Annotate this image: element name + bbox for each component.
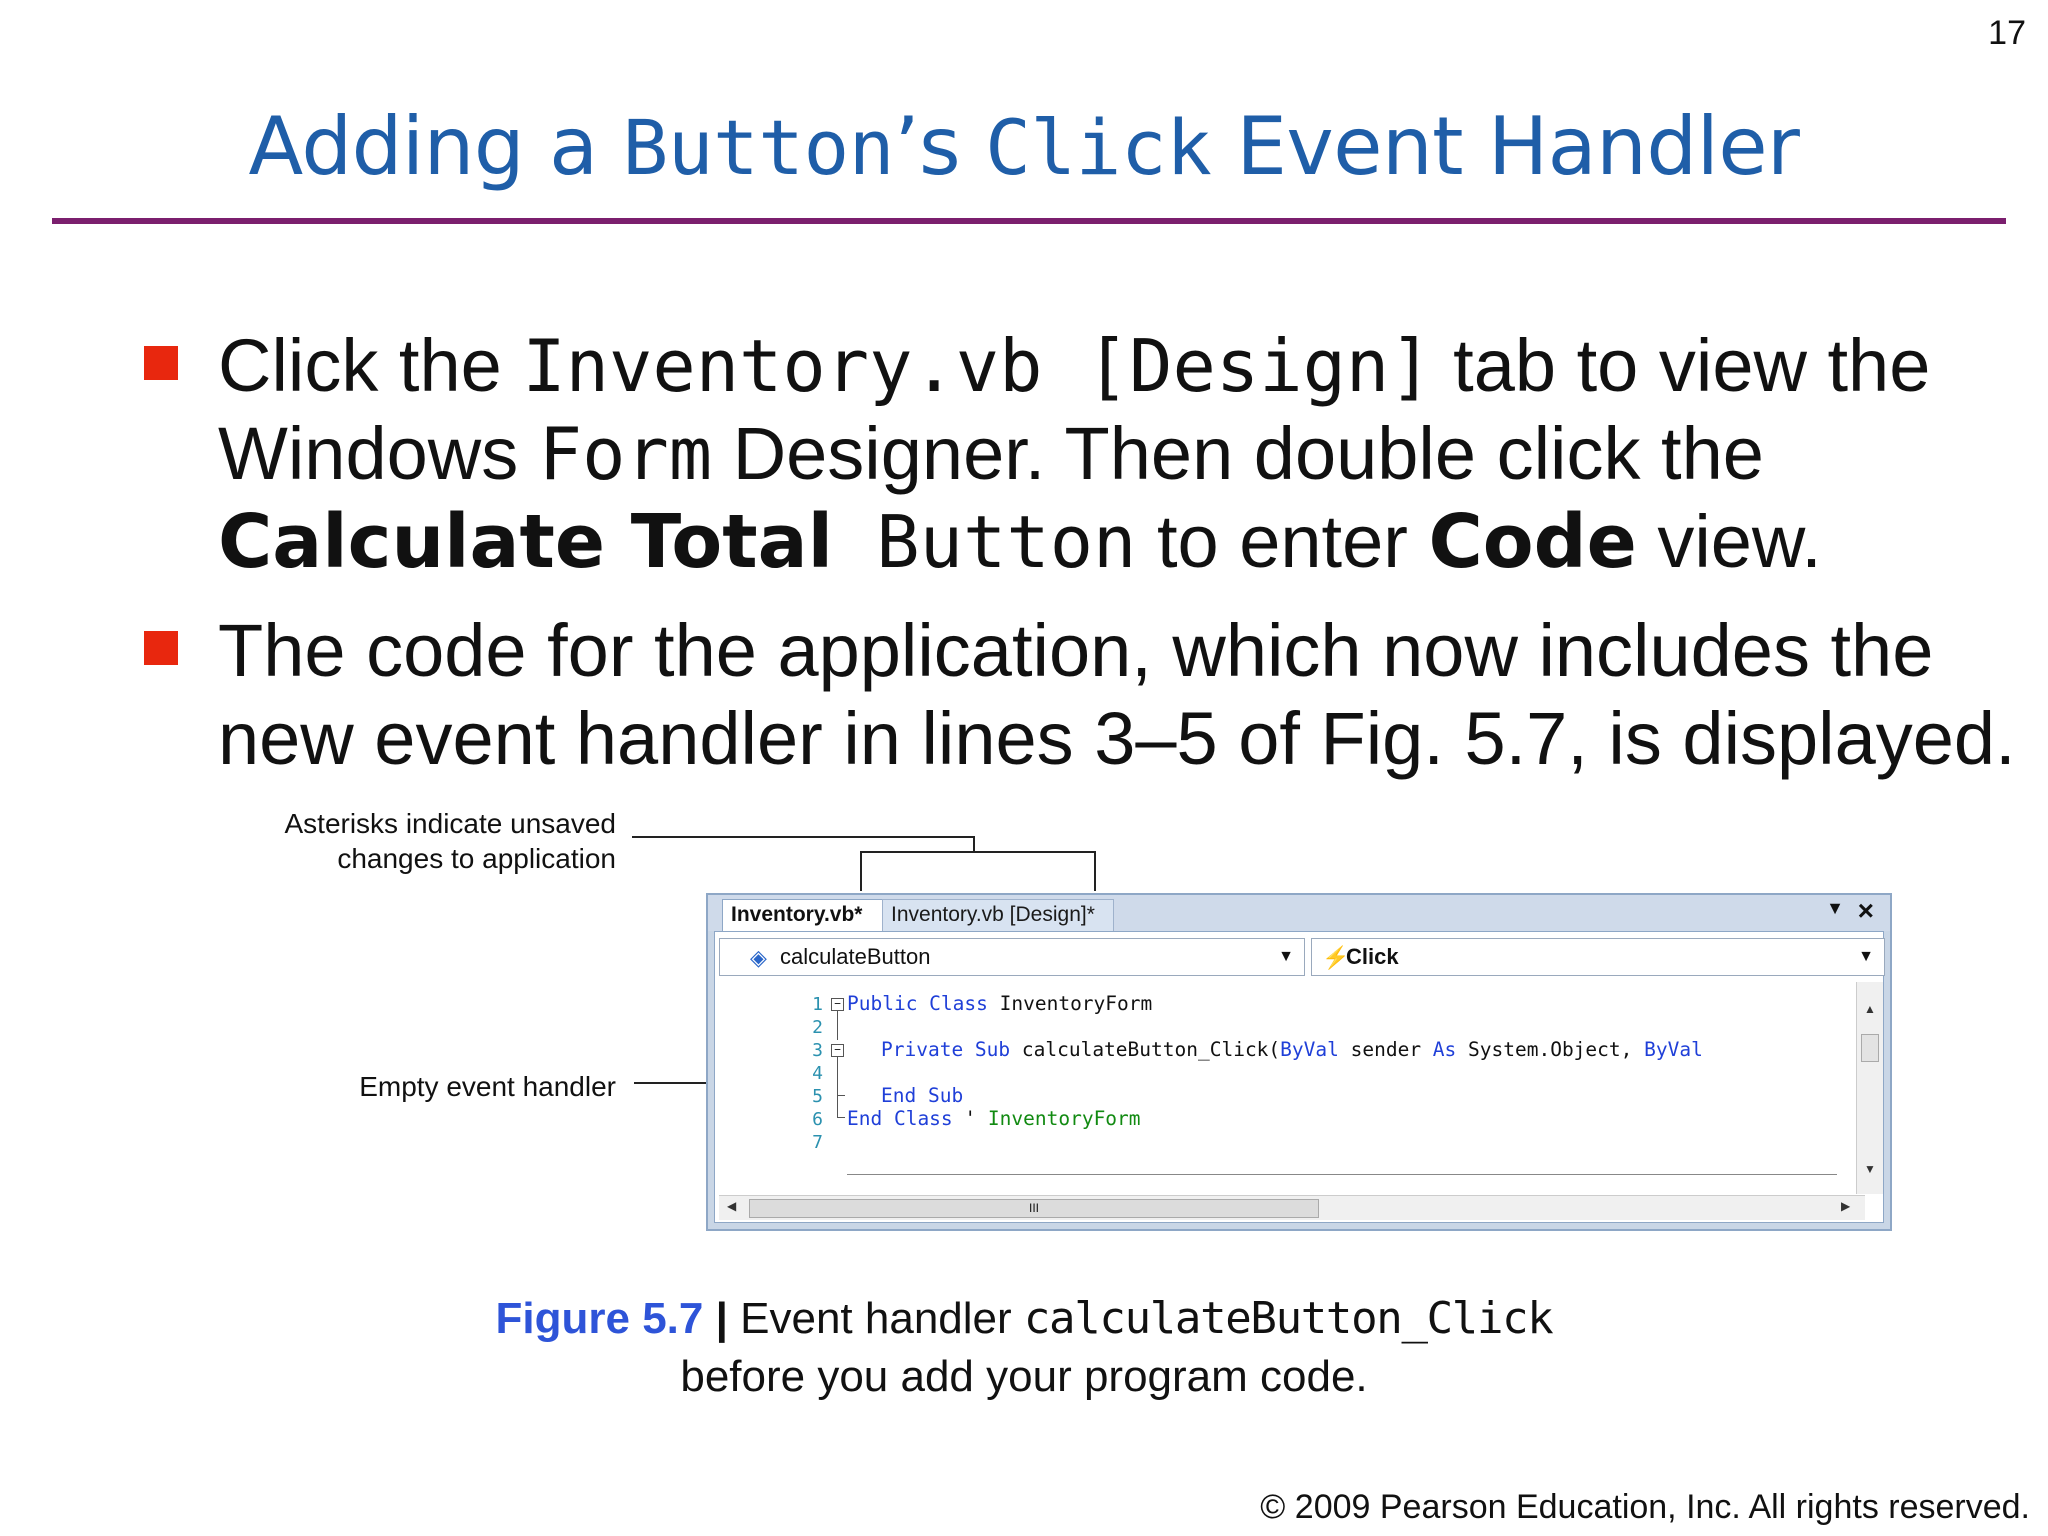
inline-code: Button bbox=[832, 500, 1137, 584]
caption-line-1: Figure 5.7 | Event handler calculateButt… bbox=[0, 1290, 2048, 1348]
bullet-1-line-1: Click the Inventory.vb [Design] tab to v… bbox=[218, 322, 1930, 410]
code-line-3: Private Sub calculateButton_Click(ByVal … bbox=[881, 1038, 1703, 1061]
close-icon[interactable]: × bbox=[1858, 895, 1874, 927]
class-name-value: calculateButton bbox=[780, 944, 931, 969]
scroll-thumb[interactable] bbox=[1861, 1034, 1879, 1062]
editor-frame: ◈ calculateButton ▼ ⚡ Click ▼ 1 2 3 4 5 … bbox=[714, 931, 1885, 1223]
collapse-icon[interactable]: − bbox=[831, 998, 844, 1011]
code-line-6: End Class ' InventoryForm bbox=[847, 1107, 1141, 1130]
callout-connector bbox=[1094, 851, 1096, 891]
slide-number: 17 bbox=[1988, 14, 2026, 52]
identifier: ' bbox=[952, 1107, 988, 1130]
editor-tab-bar: Inventory.vb* Inventory.vb [Design]* ▼ × bbox=[708, 895, 1890, 931]
title-part-3: Event Handler bbox=[1211, 100, 1800, 193]
title-code-button: Button bbox=[622, 103, 895, 192]
text: tab to view the bbox=[1432, 324, 1931, 407]
comment: InventoryForm bbox=[987, 1107, 1141, 1130]
title-code-click: Click bbox=[985, 103, 1212, 192]
line-number: 7 bbox=[812, 1132, 823, 1153]
control-icon: ◈ bbox=[750, 945, 767, 970]
outline-line bbox=[837, 1011, 838, 1040]
callout-connector bbox=[860, 851, 1096, 853]
line-number: 1 bbox=[812, 994, 823, 1015]
chevron-down-icon[interactable]: ▼ bbox=[1278, 939, 1294, 975]
code-line-5: End Sub bbox=[881, 1084, 963, 1107]
line-number: 2 bbox=[812, 1017, 823, 1038]
scroll-up-icon[interactable]: ▲ bbox=[1864, 1002, 1876, 1016]
text: Click the bbox=[218, 324, 523, 407]
method-name-dropdown[interactable]: ⚡ Click ▼ bbox=[1311, 938, 1885, 976]
line-number: 6 bbox=[812, 1109, 823, 1130]
identifier: sender bbox=[1338, 1038, 1433, 1061]
bold-text: Calculate Total bbox=[218, 499, 833, 585]
text: Windows bbox=[218, 412, 539, 495]
text: Designer. Then double click the bbox=[712, 412, 1764, 495]
method-name-value: Click bbox=[1346, 944, 1399, 969]
bullet-square-icon bbox=[144, 346, 178, 380]
copyright-footer: © 2009 Pearson Education, Inc. All right… bbox=[1260, 1488, 2030, 1526]
end-class-separator bbox=[847, 1174, 1837, 1175]
callout-connector bbox=[860, 851, 862, 891]
callout-asterisks: Asterisks indicate unsaved changes to ap… bbox=[240, 806, 616, 876]
bullet-square-icon bbox=[144, 631, 178, 665]
tab-inventory-code[interactable]: Inventory.vb* bbox=[722, 899, 886, 931]
outline-line bbox=[837, 1057, 838, 1117]
caption-line-2: before you add your program code. bbox=[680, 1352, 1368, 1401]
keyword: Private Sub bbox=[881, 1038, 1011, 1061]
bullet-1-line-2: Windows Form Designer. Then double click… bbox=[218, 410, 1764, 498]
callout-connector bbox=[973, 836, 975, 852]
inline-code: Form bbox=[538, 412, 713, 496]
scroll-thumb[interactable]: III bbox=[749, 1199, 1319, 1218]
bold-text: Code bbox=[1428, 499, 1637, 585]
vertical-scrollbar[interactable]: ▲ ▼ bbox=[1856, 982, 1883, 1194]
keyword: As bbox=[1432, 1038, 1457, 1061]
bullet-1-line-3: Calculate Total Button to enter Code vie… bbox=[218, 498, 1822, 586]
outline-line bbox=[837, 1095, 845, 1096]
callout-empty-handler: Empty event handler bbox=[359, 1071, 616, 1102]
title-part-1: Adding a bbox=[248, 100, 623, 193]
ide-code-editor-window: Inventory.vb* Inventory.vb [Design]* ▼ ×… bbox=[706, 893, 1892, 1231]
callout-line: changes to application bbox=[337, 843, 616, 874]
title-divider bbox=[52, 218, 2006, 224]
code-line-1: Public Class InventoryForm bbox=[847, 992, 1152, 1015]
keyword: End Class bbox=[847, 1107, 953, 1130]
text: view. bbox=[1636, 500, 1822, 583]
code-area[interactable]: 1 2 3 4 5 6 7 − − Public Class Inventory… bbox=[719, 982, 1865, 1186]
scroll-left-icon[interactable]: ◀ bbox=[727, 1199, 736, 1213]
chevron-down-icon[interactable]: ▼ bbox=[1858, 939, 1874, 975]
class-name-dropdown[interactable]: ◈ calculateButton ▼ bbox=[719, 938, 1305, 976]
identifier: calculateButton_Click( bbox=[1010, 1038, 1281, 1061]
line-number: 4 bbox=[812, 1063, 823, 1084]
page-title: Adding a Button’s Click Event Handler bbox=[0, 100, 2048, 193]
outline-line bbox=[837, 1117, 845, 1118]
figure-label: Figure 5.7 bbox=[495, 1294, 704, 1343]
text: to enter bbox=[1136, 500, 1429, 583]
caption-text: Event handler bbox=[740, 1294, 1024, 1343]
identifier: System.Object, bbox=[1456, 1038, 1645, 1061]
identifier: InventoryForm bbox=[987, 992, 1153, 1015]
bullet-2-line-2: new event handler in lines 3–5 of Fig. 5… bbox=[218, 697, 2016, 780]
caption-separator: | bbox=[703, 1294, 741, 1343]
callout-connector bbox=[632, 836, 974, 838]
horizontal-scrollbar[interactable]: ◀ III ▶ bbox=[719, 1195, 1865, 1220]
keyword: End Sub bbox=[881, 1084, 964, 1107]
figure-caption: Figure 5.7 | Event handler calculateButt… bbox=[0, 1290, 2048, 1406]
line-number: 3 bbox=[812, 1040, 823, 1061]
tab-inventory-design[interactable]: Inventory.vb [Design]* bbox=[882, 899, 1114, 931]
caption-code: calculateButton_Click bbox=[1023, 1293, 1554, 1344]
keyword: ByVal bbox=[1280, 1038, 1339, 1061]
scroll-down-icon[interactable]: ▼ bbox=[1864, 1162, 1876, 1176]
scroll-right-icon[interactable]: ▶ bbox=[1841, 1199, 1850, 1213]
bullet-2-line-1: The code for the application, which now … bbox=[218, 609, 1934, 692]
keyword: Public Class bbox=[847, 992, 988, 1015]
title-part-2: ’s bbox=[894, 100, 986, 193]
inline-code: Inventory.vb [Design] bbox=[522, 324, 1433, 408]
collapse-icon[interactable]: − bbox=[831, 1044, 844, 1057]
chevron-down-icon[interactable]: ▼ bbox=[1826, 898, 1844, 919]
callout-line: Asterisks indicate unsaved bbox=[284, 808, 616, 839]
keyword: ByVal bbox=[1644, 1038, 1703, 1061]
line-number: 5 bbox=[812, 1086, 823, 1107]
